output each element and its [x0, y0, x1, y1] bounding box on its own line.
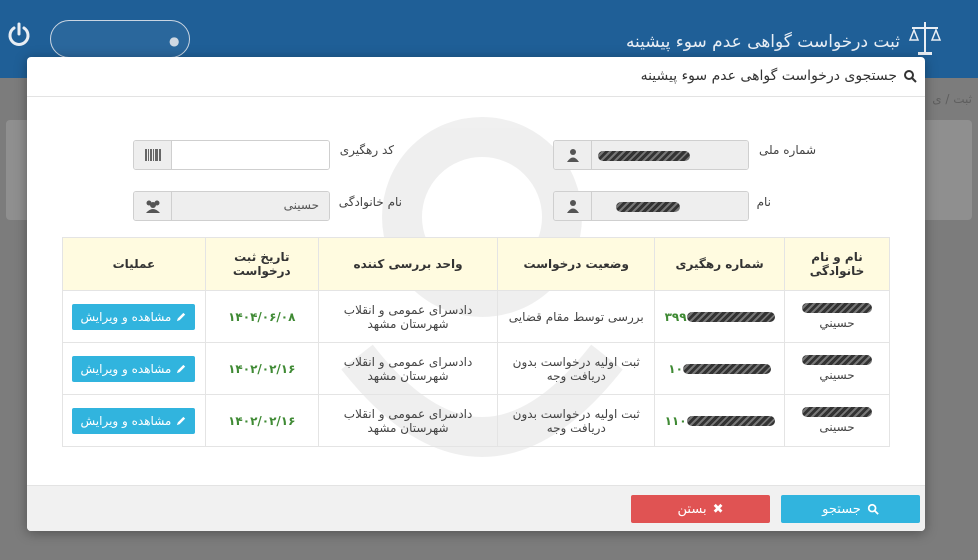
first-name-label: نام — [756, 195, 771, 209]
unit-cell: دادسرای عمومی و انقلاب شهرستان مشهد — [317, 290, 499, 343]
national-id-field[interactable] — [553, 140, 749, 170]
tracking-cell: ۱۰ — [654, 342, 786, 395]
header-date: تاریخ ثبت درخواست — [204, 237, 319, 291]
user-icon — [554, 141, 592, 169]
date-cell: ۱۴۰۲/۰۲/۱۶ — [204, 342, 319, 395]
tracking-cell: ۱۱۰ — [654, 394, 786, 447]
header-unit: واحد بررسی کننده — [317, 237, 499, 291]
redacted-value — [686, 312, 775, 322]
user-menu[interactable]: ● — [50, 20, 190, 58]
breadcrumb: ثبت / ی — [932, 92, 972, 106]
search-button-label: جستجو — [822, 501, 861, 517]
results-table: عملیات تاریخ ثبت درخواست واحد بررسی کنند… — [62, 237, 890, 447]
last-name-field[interactable]: حسینی — [133, 191, 330, 221]
first-name-field[interactable] — [553, 191, 749, 221]
status-cell: ثبت اولیه درخواست بدون دریافت وجه — [497, 342, 656, 395]
unit-cell: دادسرای عمومی و انقلاب شهرستان مشهد — [317, 394, 499, 447]
user-icon: ● — [169, 34, 180, 48]
tracking-suffix: ۱۰ — [668, 361, 683, 376]
view-edit-button[interactable]: مشاهده و ویرایش — [72, 407, 196, 434]
pencil-icon — [177, 364, 186, 374]
date-cell: ۱۴۰۲/۰۲/۱۶ — [204, 394, 319, 447]
view-edit-label: مشاهده و ویرایش — [80, 413, 172, 428]
date-cell: ۱۴۰۴/۰۶/۰۸ — [204, 290, 319, 343]
close-button-label: بستن — [677, 501, 707, 517]
last-name-input[interactable]: حسینی — [172, 192, 329, 220]
status-cell: بررسی توسط مقام قضایی — [497, 290, 656, 343]
redacted-value — [598, 151, 690, 161]
table-row: مشاهده و ویرایش ۱۴۰۴/۰۶/۰۸ دادسرای عمومی… — [62, 290, 890, 343]
header-actions: عملیات — [62, 237, 206, 291]
actions-cell: مشاهده و ویرایش — [62, 394, 206, 447]
header-name: نام و نام خانوادگی — [784, 237, 890, 291]
name-value: حسيني — [819, 316, 855, 330]
modal-title: جستجوی درخواست گواهی عدم سوء پیشینه — [640, 68, 897, 84]
app-title: ثبت درخواست گواهی عدم سوء پیشینه — [625, 32, 900, 52]
unit-cell: دادسرای عمومی و انقلاب شهرستان مشهد — [317, 342, 499, 395]
last-name-label: نام خانوادگی — [338, 195, 402, 209]
redacted-value — [682, 364, 771, 374]
view-edit-button[interactable]: مشاهده و ویرایش — [72, 355, 196, 382]
name-value: حسيني — [819, 368, 855, 382]
search-button[interactable]: جستجو — [781, 495, 920, 523]
scales-logo-icon — [908, 22, 942, 55]
tracking-code-input[interactable] — [172, 141, 329, 169]
header-status: وضعیت درخواست — [497, 237, 656, 291]
table-header-row: عملیات تاریخ ثبت درخواست واحد بررسی کنند… — [62, 237, 890, 291]
redacted-value — [802, 303, 873, 313]
name-cell: حسینی — [784, 394, 890, 447]
header-tracking: شماره رهگیری — [654, 237, 786, 291]
group-icon — [134, 192, 172, 220]
pencil-icon — [177, 312, 186, 322]
search-icon — [867, 503, 879, 515]
barcode-icon — [134, 141, 172, 169]
redacted-value — [802, 407, 873, 417]
view-edit-button[interactable]: مشاهده و ویرایش — [72, 303, 196, 330]
tracking-code-field[interactable] — [133, 140, 330, 170]
pencil-icon — [177, 416, 186, 426]
name-value: حسینی — [819, 420, 855, 434]
redacted-value — [616, 202, 680, 212]
redacted-value — [802, 355, 873, 365]
close-button[interactable]: ✖ بستن — [631, 495, 770, 523]
view-edit-label: مشاهده و ویرایش — [80, 309, 172, 324]
name-cell: حسيني — [784, 342, 890, 395]
modal-footer: ✖ بستن جستجو — [27, 485, 925, 531]
actions-cell: مشاهده و ویرایش — [62, 342, 206, 395]
actions-cell: مشاهده و ویرایش — [62, 290, 206, 343]
close-x-icon: ✖ — [712, 501, 724, 517]
table-row: مشاهده و ویرایش ۱۴۰۲/۰۲/۱۶ دادسرای عمومی… — [62, 342, 890, 395]
power-icon[interactable] — [6, 22, 32, 48]
national-id-label: شماره ملی — [759, 143, 816, 157]
user-icon — [554, 192, 592, 220]
status-cell: ثبت اولیه درخواست بدون دریافت وجه — [497, 394, 656, 447]
modal-header: جستجوی درخواست گواهی عدم سوء پیشینه — [27, 57, 925, 97]
search-modal: جستجوی درخواست گواهی عدم سوء پیشینه شمار… — [27, 57, 925, 531]
table-row: مشاهده و ویرایش ۱۴۰۲/۰۲/۱۶ دادسرای عمومی… — [62, 394, 890, 447]
tracking-cell: ۳۹۹ — [654, 290, 786, 343]
name-cell: حسيني — [784, 290, 890, 343]
redacted-value — [686, 416, 775, 426]
search-icon — [904, 70, 917, 83]
view-edit-label: مشاهده و ویرایش — [80, 361, 172, 376]
tracking-suffix: ۱۱۰ — [664, 413, 687, 428]
tracking-code-label: کد رهگیری — [339, 143, 394, 157]
tracking-suffix: ۳۹۹ — [664, 309, 687, 324]
